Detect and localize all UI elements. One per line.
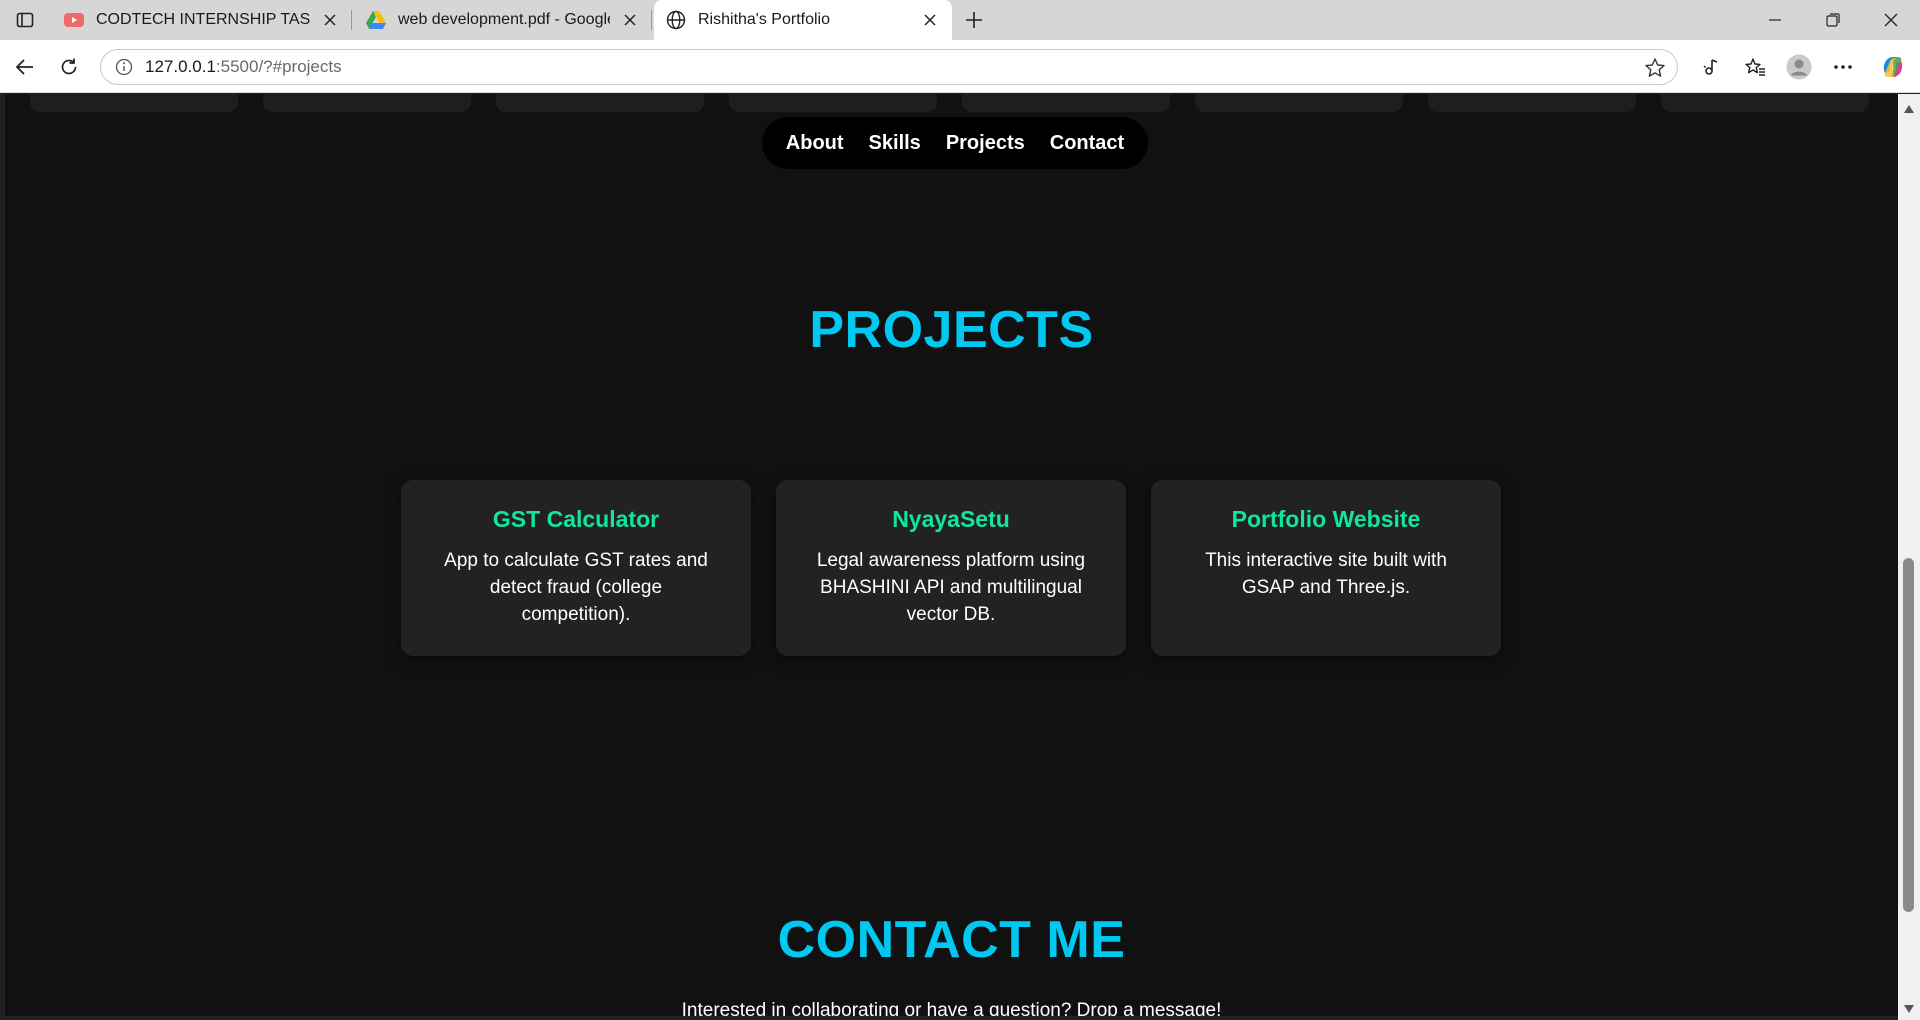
nav-link-contact[interactable]: Contact <box>1050 132 1124 155</box>
nav-link-skills[interactable]: Skills <box>869 132 921 155</box>
read-aloud-icon <box>1703 59 1718 75</box>
reload-button[interactable] <box>52 50 86 84</box>
tab-codtech[interactable]: CODTECH INTERNSHIP TASKS GU <box>52 0 352 40</box>
project-card-portfolio-website[interactable]: Portfolio Website This interactive site … <box>1151 480 1501 656</box>
sidebar-toggle-icon <box>16 12 34 28</box>
tab-title: web development.pdf - Google D <box>398 11 610 28</box>
scroll-down-arrow-icon[interactable] <box>1898 998 1920 1020</box>
avatar <box>1786 54 1812 80</box>
site-nav: About Skills Projects Contact <box>762 117 1148 169</box>
site-info-icon[interactable] <box>113 56 135 78</box>
profile-button[interactable] <box>1782 50 1816 84</box>
address-bar[interactable]: 127.0.0.1:5500/?#projects <box>100 49 1678 85</box>
tab-strip: CODTECH INTERNSHIP TASKS GU web developm… <box>0 0 1920 40</box>
tab-rishithas-portfolio[interactable]: Rishitha's Portfolio <box>654 0 952 40</box>
skills-row-partial <box>5 94 1898 112</box>
project-title: Portfolio Website <box>1231 506 1421 532</box>
restore-icon <box>1826 13 1840 27</box>
skill-card <box>1195 94 1403 112</box>
skill-card <box>263 94 471 112</box>
projects-grid: GST Calculator App to calculate GST rate… <box>401 480 1503 656</box>
favorites-button[interactable] <box>1738 50 1772 84</box>
copilot-icon <box>1883 57 1903 77</box>
close-icon[interactable] <box>920 10 940 30</box>
tab-actions-button[interactable] <box>10 7 40 33</box>
tab-title: Rishitha's Portfolio <box>698 11 830 28</box>
copilot-button[interactable] <box>1876 50 1910 84</box>
project-card-gst-calculator[interactable]: GST Calculator App to calculate GST rate… <box>401 480 751 656</box>
project-title: GST Calculator <box>492 506 660 532</box>
skill-card <box>729 94 937 112</box>
favorite-star-icon[interactable] <box>1643 56 1667 80</box>
youtube-icon <box>64 10 84 30</box>
back-arrow-icon <box>15 59 33 75</box>
skill-card <box>962 94 1170 112</box>
close-icon[interactable] <box>320 10 340 30</box>
project-description: Legal awareness platform using BHASHINI … <box>816 550 1086 625</box>
scroll-thumb[interactable] <box>1903 558 1914 912</box>
nav-link-about[interactable]: About <box>786 132 844 155</box>
reload-icon <box>61 58 77 75</box>
contact-subtitle: Interested in collaborating or have a qu… <box>681 1000 1222 1016</box>
tab-web-development-pdf[interactable]: web development.pdf - Google D <box>354 0 652 40</box>
skill-card <box>1428 94 1636 112</box>
url-path: :5500/?#projects <box>215 57 342 76</box>
skill-card <box>496 94 704 112</box>
url-host: 127.0.0.1 <box>145 57 216 76</box>
plus-icon <box>966 12 982 28</box>
page-scrollbar[interactable] <box>1898 94 1920 1020</box>
project-title: NyayaSetu <box>892 506 1010 532</box>
close-icon[interactable] <box>620 10 640 30</box>
project-card-nyayasetu[interactable]: NyayaSetu Legal awareness platform using… <box>776 480 1126 656</box>
close-window-button[interactable] <box>1862 0 1920 40</box>
read-aloud-button[interactable] <box>1694 50 1728 84</box>
projects-heading: PROJECTS <box>809 301 1094 359</box>
browser-toolbar: 127.0.0.1:5500/?#projects <box>0 40 1920 93</box>
minimize-icon <box>1769 19 1781 21</box>
google-drive-icon <box>366 10 386 30</box>
tab-title: CODTECH INTERNSHIP TASKS GU <box>96 11 310 28</box>
project-description: App to calculate GST rates and detect fr… <box>444 550 708 625</box>
page-viewport: About Skills Projects Contact PROJECTS G… <box>5 94 1898 1016</box>
project-description: This interactive site built with GSAP an… <box>1205 550 1447 598</box>
restore-button[interactable] <box>1804 0 1862 40</box>
contact-heading: CONTACT ME <box>777 911 1126 969</box>
skill-card <box>1661 94 1869 112</box>
scroll-up-arrow-icon[interactable] <box>1898 98 1920 120</box>
more-menu-button[interactable] <box>1826 50 1860 84</box>
minimize-button[interactable] <box>1746 0 1804 40</box>
back-button[interactable] <box>8 50 42 84</box>
new-tab-button[interactable] <box>958 6 990 34</box>
nav-link-projects[interactable]: Projects <box>946 132 1025 155</box>
globe-icon <box>666 10 686 30</box>
favorites-list-icon <box>1745 58 1765 76</box>
more-dots-icon <box>1834 65 1852 69</box>
skill-card <box>30 94 238 112</box>
close-icon <box>1884 13 1898 27</box>
